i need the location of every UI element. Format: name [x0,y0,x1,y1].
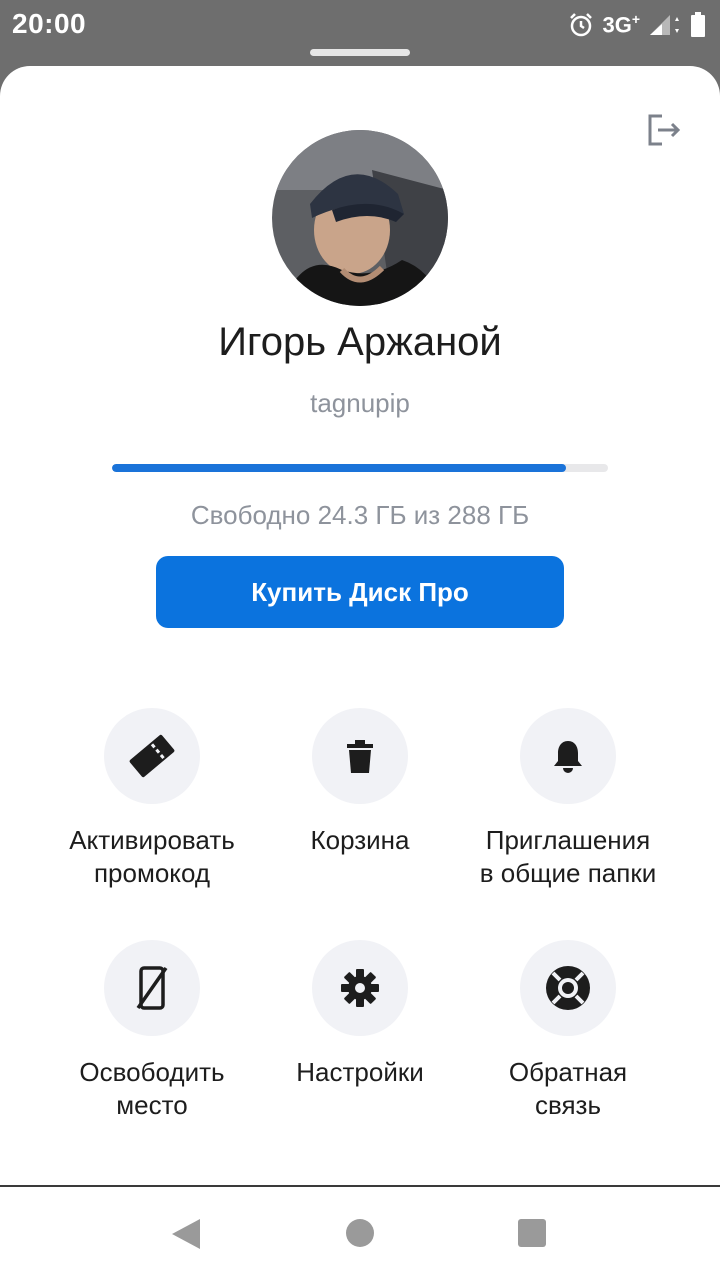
buy-disk-pro-button[interactable]: Купить Диск Про [156,556,564,628]
free-space-phone-icon [136,966,168,1010]
promo-ticket-icon [129,734,175,778]
activate-promo-tile[interactable]: Активировать промокод [32,708,272,890]
alarm-icon [570,13,593,37]
signal-icon [650,15,679,35]
trash-tile[interactable]: Корзина [240,708,480,857]
bell-icon-circle [520,708,616,804]
free-space-tile[interactable]: Освободить место [32,940,272,1122]
bell-icon [554,741,582,773]
settings-label: Настройки [296,1057,424,1087]
trash-icon [347,740,373,773]
recents-icon[interactable] [516,1217,548,1249]
user-login: tagnupip [310,388,410,418]
lifebuoy-icon-circle [520,940,616,1036]
storage-progress-bar [112,464,608,472]
status-time: 20:00 [12,8,87,39]
logout-icon[interactable] [644,110,684,150]
free-space-icon-circle [104,940,200,1036]
free-space-label: Освободить место [79,1057,225,1120]
user-name: Игорь Аржаной [218,320,502,364]
storage-progress-fill [112,464,567,472]
status-bar: 20:00 3G+ [0,0,720,52]
trash-icon-circle [312,708,408,804]
avatar[interactable] [272,130,448,306]
feedback-label: Обратная связь [508,1057,628,1120]
gear-icon [341,969,379,1007]
trash-label: Корзина [310,825,410,855]
lifebuoy-icon [546,966,590,1010]
system-nav-bar [0,1185,720,1282]
activate-promo-label: Активировать промокод [69,825,235,888]
promo-ticket-icon-circle [104,708,200,804]
shared-invitations-label: Приглашения в общие папки [479,825,657,888]
feedback-tile[interactable]: Обратная связь [448,940,688,1122]
sheet-drag-handle[interactable] [310,49,410,56]
storage-text: Свободно 24.3 ГБ из 288 ГБ [190,500,530,530]
status-icons: 3G+ [568,8,706,42]
battery-icon [691,12,705,37]
back-icon[interactable] [170,1217,202,1251]
gear-icon-circle [312,940,408,1036]
settings-tile[interactable]: Настройки [240,940,480,1089]
home-icon[interactable] [344,1217,376,1249]
shared-invitations-tile[interactable]: Приглашения в общие папки [448,708,688,890]
network-type: 3G+ [602,11,640,38]
